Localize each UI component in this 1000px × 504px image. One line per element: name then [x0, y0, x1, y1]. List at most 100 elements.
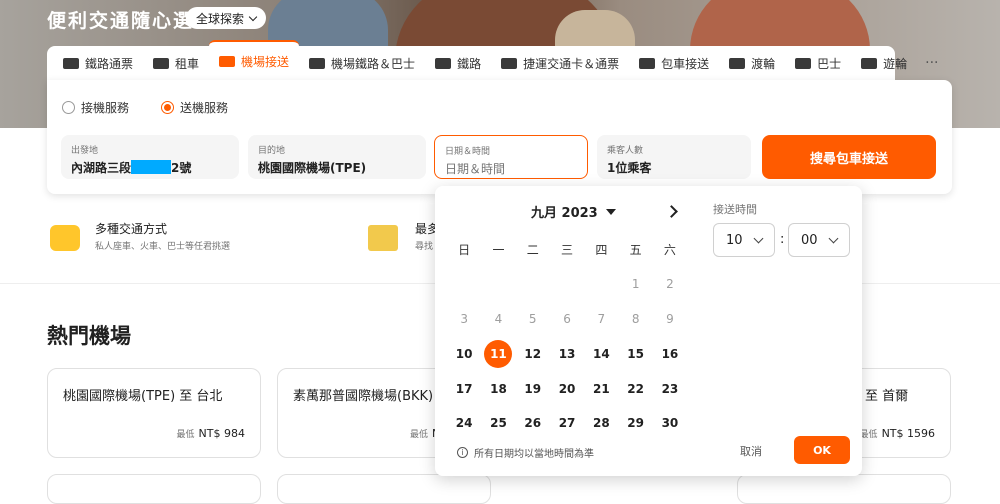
- calendar-day: 7: [597, 311, 606, 326]
- radio-checked-icon: [161, 101, 174, 114]
- calendar-day: 3: [460, 311, 468, 326]
- calendar-day[interactable]: 13: [550, 336, 584, 371]
- calendar-day[interactable]: 16: [653, 336, 687, 371]
- tab-car[interactable]: 租車: [143, 46, 209, 80]
- tab-airport-rail[interactable]: 機場鐵路＆巴士: [299, 46, 425, 80]
- calendar-day[interactable]: 23: [653, 371, 687, 406]
- time-separator: :: [780, 232, 785, 247]
- calendar-day[interactable]: 10: [447, 336, 481, 371]
- tab-more[interactable]: ···: [917, 46, 946, 80]
- search-button[interactable]: 搜尋包車接送: [762, 135, 936, 179]
- calendar-blank: [584, 267, 618, 302]
- calendar-blank: [516, 267, 550, 302]
- cruise-icon: [861, 57, 878, 69]
- weekday-header: 六: [663, 242, 676, 257]
- rail-icon: [435, 57, 452, 69]
- datetime-label: 日期＆時間: [445, 147, 491, 157]
- tab-rail[interactable]: 鐵路: [425, 46, 491, 80]
- tab-cruise[interactable]: 遊輪: [851, 46, 917, 80]
- calendar-day: 6: [563, 311, 571, 326]
- tab-bus[interactable]: 巴士: [785, 46, 851, 80]
- ferry-icon: [729, 57, 746, 69]
- explore-dropdown-button[interactable]: 全球探索: [186, 7, 267, 29]
- chevron-down-icon: [248, 12, 258, 21]
- calendar-blank: [550, 267, 584, 302]
- calendar-grid: 日一二三四五六 1 2 3 4 5 6 7 8 9 10 11 12 13 14 15 16 17 18 19 20 21…: [447, 232, 687, 441]
- airport-card[interactable]: [277, 474, 491, 504]
- tab-label: 渡輪: [751, 56, 776, 71]
- cancel-button[interactable]: 取消: [740, 443, 762, 459]
- calendar-day[interactable]: 18: [481, 371, 515, 406]
- to-field[interactable]: 目的地 桃園國際機場(TPE): [248, 135, 426, 179]
- redacted-block: [131, 160, 172, 174]
- calendar-day[interactable]: 24: [447, 406, 481, 441]
- tab-label: 機場接送: [241, 54, 290, 69]
- timezone-note-text: 所有日期均以當地時間為準: [474, 449, 594, 460]
- airport-transfer-icon: [219, 55, 236, 67]
- calendar-day[interactable]: 19: [516, 371, 550, 406]
- datetime-field[interactable]: 日期＆時間 日期＆時間: [434, 135, 588, 179]
- hour-value: 10: [726, 232, 743, 248]
- pickup-radio[interactable]: 接機服務: [62, 99, 129, 116]
- train-icon: [63, 57, 79, 69]
- month-selector[interactable]: 九月 2023: [531, 202, 616, 221]
- month-label: 九月 2023: [531, 206, 598, 221]
- ok-button[interactable]: OK: [794, 436, 850, 464]
- datetime-placeholder: 日期＆時間: [445, 162, 506, 176]
- airport-card[interactable]: [737, 474, 951, 504]
- airport-rail-icon: [309, 57, 326, 69]
- info-icon: i: [457, 447, 468, 458]
- calendar-day[interactable]: 15: [618, 336, 652, 371]
- explore-label: 全球探索: [196, 11, 245, 26]
- calendar-day[interactable]: 29: [618, 406, 652, 441]
- calendar-day[interactable]: 27: [550, 406, 584, 441]
- calendar-day[interactable]: 21: [584, 371, 618, 406]
- calendar-day: 2: [666, 277, 674, 292]
- calendar-day: 9: [666, 311, 674, 326]
- page-title: 便利交通隨心選: [47, 10, 195, 32]
- airport-card-title: 素萬那普國際機場(BKK) 至: [293, 389, 451, 404]
- airport-card[interactable]: [47, 474, 261, 504]
- from-field[interactable]: 出發地 內湖路三段 2號: [61, 135, 239, 179]
- minute-select[interactable]: 00: [788, 223, 850, 257]
- calendar-day[interactable]: 17: [447, 371, 481, 406]
- weekday-header: 二: [526, 242, 539, 257]
- calendar-day[interactable]: 26: [516, 406, 550, 441]
- calendar-day-selected[interactable]: 11: [481, 336, 515, 371]
- calendar-day[interactable]: 12: [516, 336, 550, 371]
- calendar-day[interactable]: 30: [653, 406, 687, 441]
- airport-card-title: 桃園國際機場(TPE) 至 台北: [63, 389, 223, 404]
- calendar-day[interactable]: 20: [550, 371, 584, 406]
- dropoff-radio[interactable]: 送機服務: [161, 99, 228, 116]
- tab-label: 機場鐵路＆巴士: [331, 56, 416, 71]
- transport-tabs: 鐵路通票 租車 機場接送 機場鐵路＆巴士 鐵路 捷運交通卡＆通票 包車接送 渡輪 巴士 遊輪 ···: [47, 40, 939, 80]
- feature-subtitle: 私人座車、火車、巴士等任君挑選: [95, 242, 231, 252]
- calendar-blank: [481, 267, 515, 302]
- feature-title: 多種交通方式: [95, 222, 168, 236]
- calendar-day[interactable]: 14: [584, 336, 618, 371]
- feature-subtitle: 尋找: [415, 242, 434, 252]
- tab-train[interactable]: 鐵路通票: [53, 46, 143, 80]
- airport-card-price: 最低 NT$ 984: [176, 427, 245, 440]
- tab-charter[interactable]: 包車接送: [629, 46, 719, 80]
- weekday-header: 五: [629, 242, 642, 257]
- hour-select[interactable]: 10: [713, 223, 775, 257]
- time-label: 接送時間: [713, 203, 757, 216]
- calendar-day: 5: [528, 311, 537, 326]
- passengers-value: 1位乘客: [607, 161, 652, 175]
- calendar-day[interactable]: 28: [584, 406, 618, 441]
- next-month-icon[interactable]: [665, 202, 679, 222]
- airport-card[interactable]: 桃園國際機場(TPE) 至 台北 最低 NT$ 984: [47, 368, 261, 458]
- chevron-down-icon: [828, 233, 839, 244]
- tab-metro-card[interactable]: 捷運交通卡＆通票: [491, 46, 629, 80]
- date-time-picker: 九月 2023 日一二三四五六 1 2 3 4 5 6 7 8 9 10 11 12 13 14 15 16 17…: [435, 186, 862, 476]
- calendar-day[interactable]: 25: [481, 406, 515, 441]
- tab-airport-transfer[interactable]: 機場接送: [209, 40, 300, 80]
- passengers-field[interactable]: 乘客人數 1位乘客: [597, 135, 751, 179]
- taxi-icon: [50, 225, 80, 251]
- tab-ferry[interactable]: 渡輪: [719, 46, 785, 80]
- tab-label: 鐵路: [457, 56, 482, 71]
- tab-label: 巴士: [817, 56, 842, 71]
- calendar-blank: [447, 267, 481, 302]
- calendar-day[interactable]: 22: [618, 371, 652, 406]
